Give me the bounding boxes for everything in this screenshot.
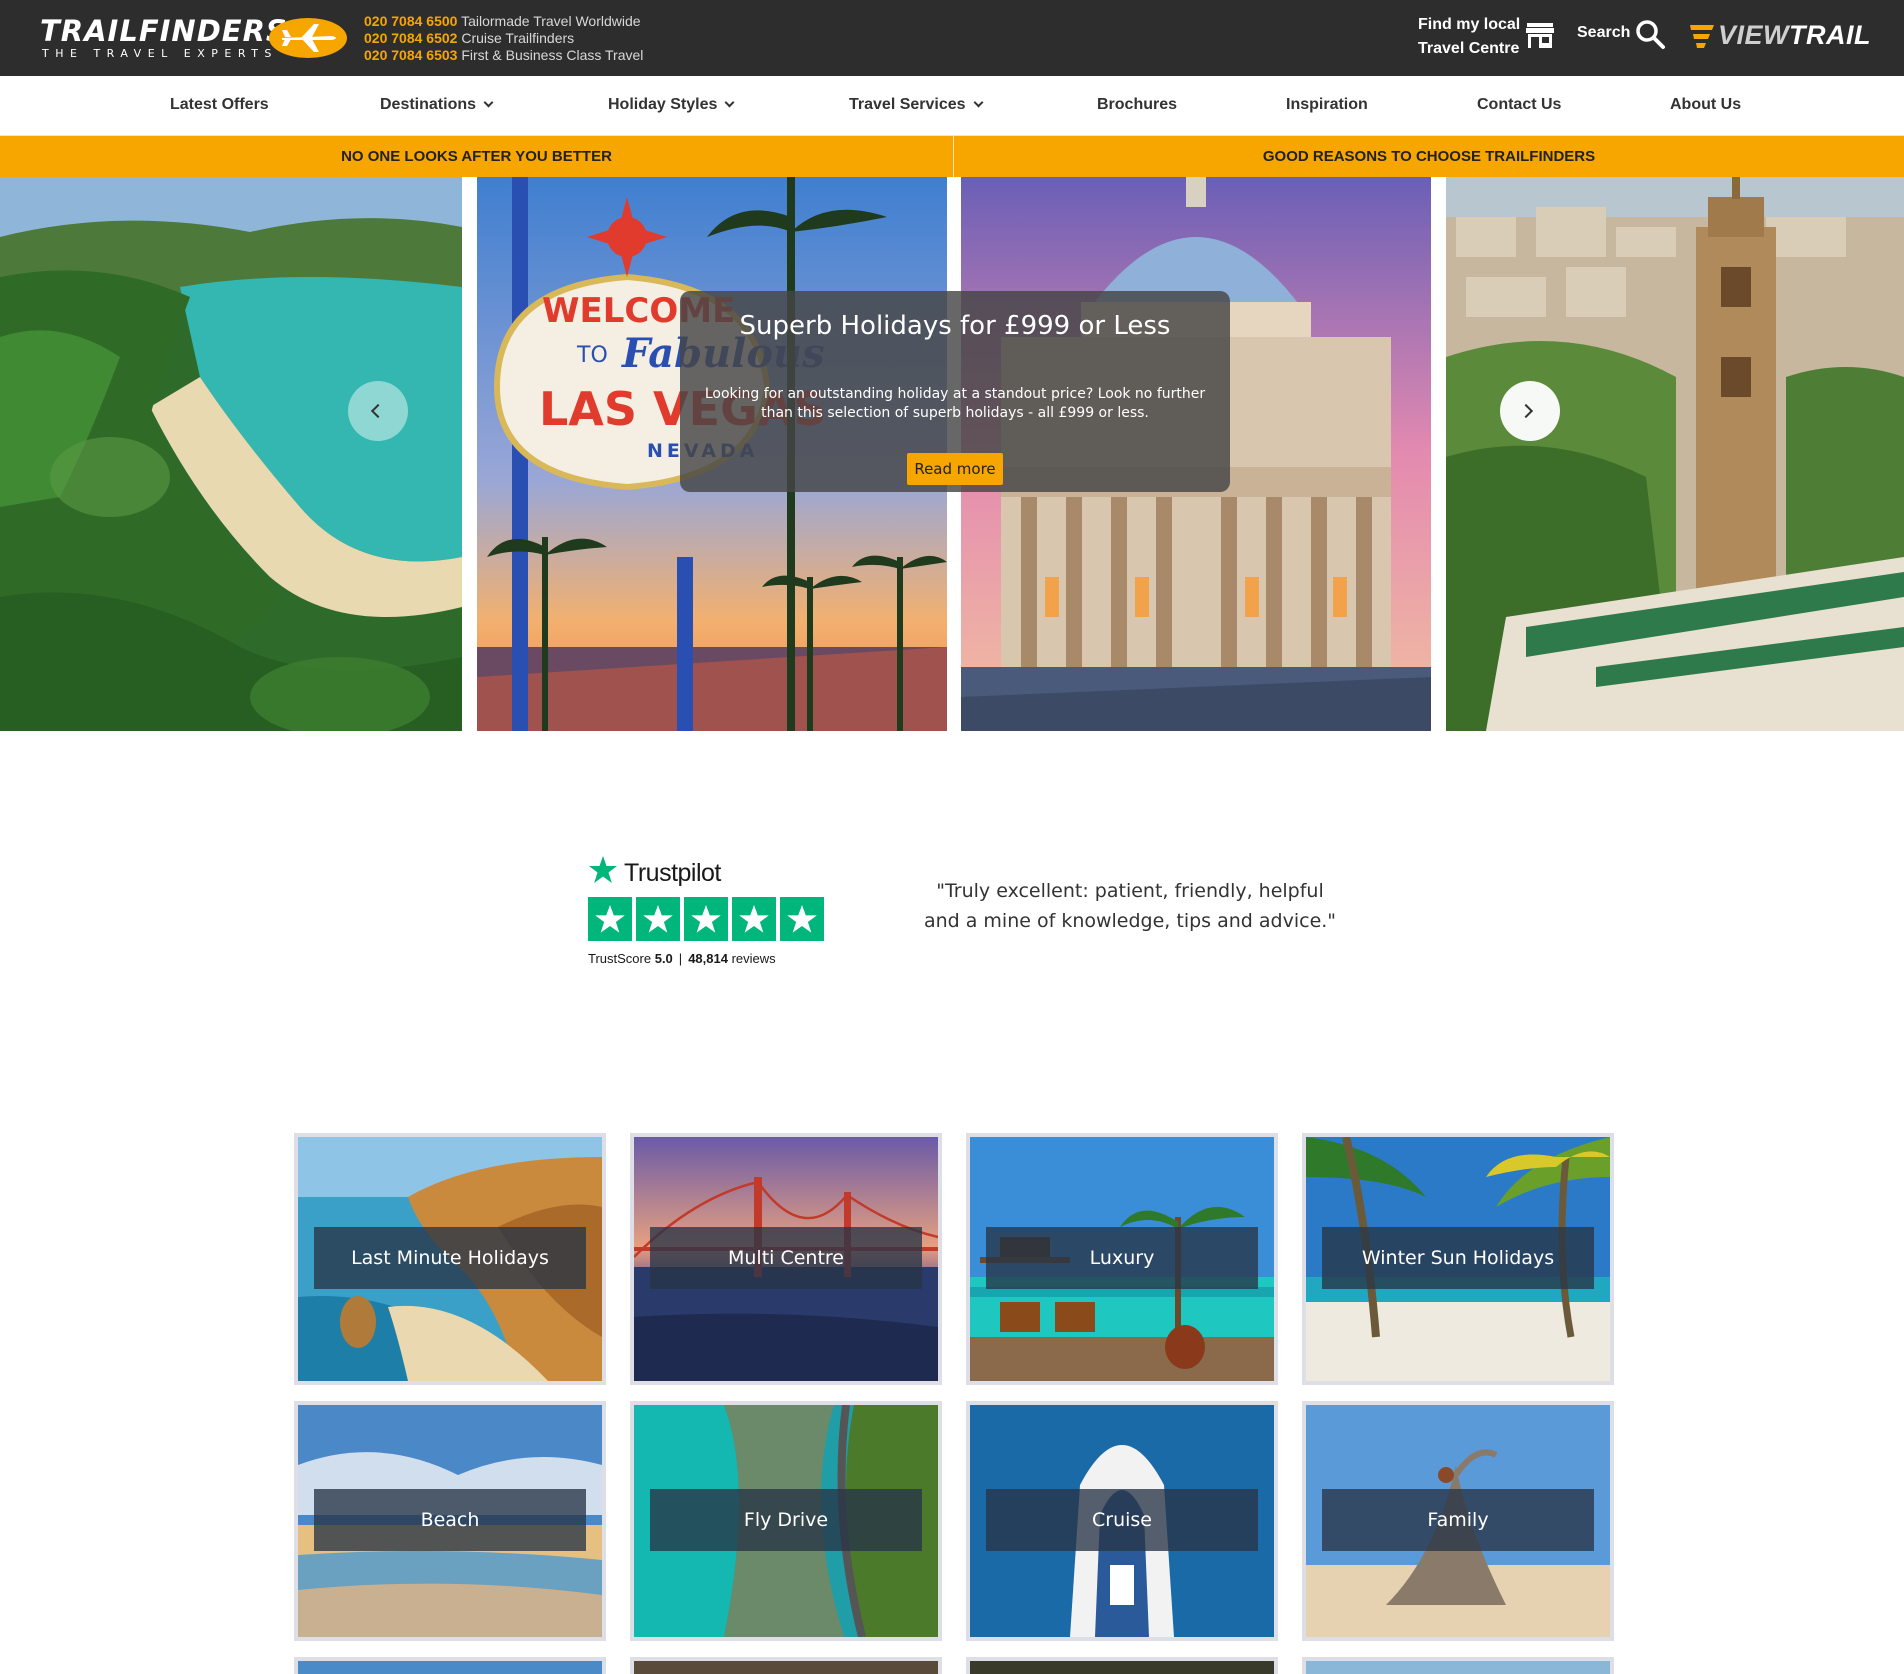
nav-latest-offers[interactable]: Latest Offers bbox=[170, 96, 269, 114]
tile-label: Fly Drive bbox=[650, 1489, 922, 1551]
main-navigation: Latest Offers Destinations Holiday Style… bbox=[0, 76, 1904, 136]
chevron-down-icon bbox=[724, 97, 735, 108]
tile-label: Multi Centre bbox=[650, 1227, 922, 1289]
tile-family[interactable]: Family bbox=[1302, 1401, 1614, 1641]
trustpilot-widget[interactable]: Trustpilot TrustScore 5.0 | 48,814 reviews bbox=[588, 853, 828, 973]
nav-about-us[interactable]: About Us bbox=[1670, 96, 1741, 114]
tile-label: Last Minute Holidays bbox=[314, 1227, 586, 1289]
read-more-button[interactable]: Read more bbox=[907, 453, 1003, 485]
usp-link-looks-after[interactable]: NO ONE LOOKS AFTER YOU BETTER bbox=[0, 136, 953, 177]
phone-numbers: 020 7084 6500 Tailormade Travel Worldwid… bbox=[364, 13, 643, 64]
tile-row3-3[interactable] bbox=[966, 1657, 1278, 1674]
tile-fly-drive[interactable]: Fly Drive bbox=[630, 1401, 942, 1641]
usp-link-good-reasons[interactable]: GOOD REASONS TO CHOOSE TRAILFINDERS bbox=[954, 136, 1904, 177]
tile-row3-2[interactable] bbox=[630, 1657, 942, 1674]
tile-cruise[interactable]: Cruise bbox=[966, 1401, 1278, 1641]
logo-tagline: THE TRAVEL EXPERTS bbox=[42, 47, 278, 60]
star-icon bbox=[636, 897, 680, 941]
chevron-down-icon bbox=[973, 97, 983, 108]
tile-label: Beach bbox=[314, 1489, 586, 1551]
star-icon bbox=[588, 897, 632, 941]
phone-line[interactable]: 020 7084 6502 Cruise Trailfinders bbox=[364, 30, 643, 47]
slide-morocco-image[interactable] bbox=[1446, 177, 1904, 731]
viewtrail-logo[interactable]: VIEWTRAIL bbox=[1690, 18, 1871, 54]
chevron-down-icon bbox=[483, 97, 494, 108]
nav-holiday-styles[interactable]: Holiday Styles bbox=[608, 96, 735, 114]
store-icon[interactable] bbox=[1525, 20, 1555, 50]
sign-to-text: TO bbox=[576, 343, 608, 368]
chevron-left-icon bbox=[370, 403, 386, 419]
viewtrail-stripes-icon bbox=[1690, 25, 1714, 48]
slider-next-button[interactable] bbox=[1500, 381, 1560, 441]
trustpilot-star-icon bbox=[589, 856, 617, 883]
usp-banner: NO ONE LOOKS AFTER YOU BETTER GOOD REASO… bbox=[0, 136, 1904, 177]
top-header: TRAILFINDERS THE TRAVEL EXPERTS 020 7084… bbox=[0, 0, 1904, 76]
trustpilot-stars bbox=[588, 897, 824, 941]
tile-beach[interactable]: Beach bbox=[294, 1401, 606, 1641]
phone-line[interactable]: 020 7084 6500 Tailormade Travel Worldwid… bbox=[364, 13, 643, 30]
customer-quote: "Truly excellent: patient, friendly, hel… bbox=[923, 880, 1337, 932]
tile-last-minute-holidays[interactable]: Last Minute Holidays bbox=[294, 1133, 606, 1385]
tile-row3-1[interactable] bbox=[294, 1657, 606, 1674]
nav-destinations[interactable]: Destinations bbox=[380, 96, 494, 114]
slider-prev-button[interactable] bbox=[348, 381, 408, 441]
logo-wordmark: TRAILFINDERS bbox=[40, 14, 288, 48]
tile-label: Winter Sun Holidays bbox=[1322, 1227, 1594, 1289]
trustpilot-brand: Trustpilot bbox=[624, 859, 721, 887]
tile-winter-sun-holidays[interactable]: Winter Sun Holidays bbox=[1302, 1133, 1614, 1385]
search-icon[interactable] bbox=[1634, 18, 1666, 50]
trailfinders-logo[interactable]: TRAILFINDERS THE TRAVEL EXPERTS bbox=[40, 14, 350, 64]
slide-beach-image[interactable] bbox=[0, 177, 462, 731]
tile-label: Luxury bbox=[986, 1227, 1258, 1289]
hero-title: Superb Holidays for £999 or Less bbox=[739, 311, 1171, 341]
nav-inspiration[interactable]: Inspiration bbox=[1286, 96, 1368, 114]
tile-label: Family bbox=[1322, 1489, 1594, 1551]
hero-description: Looking for an outstanding holiday at a … bbox=[704, 386, 1206, 421]
star-icon bbox=[732, 897, 776, 941]
find-travel-centre-link[interactable]: Find my local Travel Centre bbox=[1418, 13, 1520, 61]
search-button[interactable]: Search bbox=[1577, 24, 1630, 42]
nav-contact-us[interactable]: Contact Us bbox=[1477, 96, 1561, 114]
chevron-right-icon bbox=[1518, 403, 1534, 419]
tile-row3-4[interactable] bbox=[1302, 1657, 1614, 1674]
hero-promo-card: Superb Holidays for £999 or Less Looking… bbox=[680, 291, 1230, 492]
trustscore-text: TrustScore 5.0 | 48,814 reviews bbox=[588, 951, 776, 966]
hero-slider: WELCOME TO Fabulous LAS VEGAS NEVADA bbox=[0, 177, 1904, 731]
plane-logo-icon bbox=[269, 18, 347, 58]
phone-line[interactable]: 020 7084 6503 First & Business Class Tra… bbox=[364, 47, 643, 64]
tile-luxury[interactable]: Luxury bbox=[966, 1133, 1278, 1385]
star-icon bbox=[684, 897, 728, 941]
star-icon bbox=[780, 897, 824, 941]
tile-multi-centre[interactable]: Multi Centre bbox=[630, 1133, 942, 1385]
nav-brochures[interactable]: Brochures bbox=[1097, 96, 1177, 114]
tile-label: Cruise bbox=[986, 1489, 1258, 1551]
nav-travel-services[interactable]: Travel Services bbox=[849, 96, 983, 114]
